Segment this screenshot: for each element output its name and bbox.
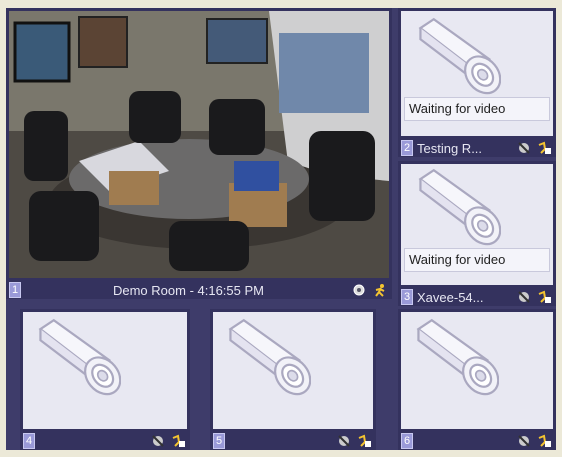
tile-label: Demo Room - 4:16:55 PM: [112, 282, 264, 298]
video-feed-1: [9, 11, 389, 278]
tile-number: 1: [9, 282, 21, 298]
conference-room-image: [9, 11, 389, 278]
tile-number: 4: [23, 433, 35, 449]
tile-6-status-bar: 6: [398, 432, 556, 450]
video-tile-5[interactable]: 5: [210, 309, 376, 450]
record-icon[interactable]: [536, 434, 552, 448]
video-feed-3: Waiting for video: [401, 164, 553, 285]
waiting-text: Waiting for video: [409, 252, 506, 267]
video-tile-2[interactable]: Waiting for video 2 Testing R...: [398, 8, 556, 157]
camera-placeholder-icon: [419, 18, 501, 97]
no-motion-icon[interactable]: [150, 434, 166, 448]
tile-number: 5: [213, 433, 225, 449]
tile-number: 2: [401, 140, 413, 156]
tile-5-status-bar: 5: [210, 432, 376, 450]
tile-2-status-bar: 2 Testing R...: [398, 139, 556, 157]
waiting-text: Waiting for video: [409, 101, 506, 116]
video-feed-6: [401, 312, 553, 429]
camera-placeholder-icon: [229, 319, 311, 398]
no-motion-icon[interactable]: [516, 290, 532, 304]
no-motion-icon[interactable]: [516, 434, 532, 448]
tile-number: 6: [401, 433, 413, 449]
tile-number: 3: [401, 289, 413, 305]
video-feed-4: [23, 312, 187, 429]
tile-1-status-bar: 1 Demo Room - 4:16:55 PM: [6, 281, 392, 299]
record-icon[interactable]: [170, 434, 186, 448]
tile-label: Xavee-54...: [417, 289, 484, 305]
tile-3-status-bar: 3 Xavee-54...: [398, 288, 556, 306]
waiting-for-video-message: Waiting for video: [404, 248, 550, 272]
motion-detect-icon[interactable]: [372, 283, 388, 297]
record-icon[interactable]: [356, 434, 372, 448]
camera-placeholder-icon: [417, 319, 499, 398]
no-motion-icon[interactable]: [516, 141, 532, 155]
no-motion-icon[interactable]: [336, 434, 352, 448]
camera-placeholder-icon: [39, 319, 121, 398]
video-tile-3[interactable]: Waiting for video 3 Xavee-54...: [398, 161, 556, 306]
video-tile-4[interactable]: 4: [20, 309, 190, 450]
video-grid: 1 Demo Room - 4:16:55 PM Waiting for vid…: [6, 8, 556, 450]
video-tile-6[interactable]: 6: [398, 309, 556, 450]
video-tile-1[interactable]: 1 Demo Room - 4:16:55 PM: [6, 8, 392, 299]
search-icon[interactable]: [352, 283, 368, 297]
camera-placeholder-icon: [419, 169, 501, 248]
tile-4-status-bar: 4: [20, 432, 190, 450]
waiting-for-video-message: Waiting for video: [404, 97, 550, 121]
video-feed-5: [213, 312, 373, 429]
record-icon[interactable]: [536, 141, 552, 155]
record-icon[interactable]: [536, 290, 552, 304]
video-feed-2: Waiting for video: [401, 11, 553, 136]
tile-label: Testing R...: [417, 140, 483, 156]
